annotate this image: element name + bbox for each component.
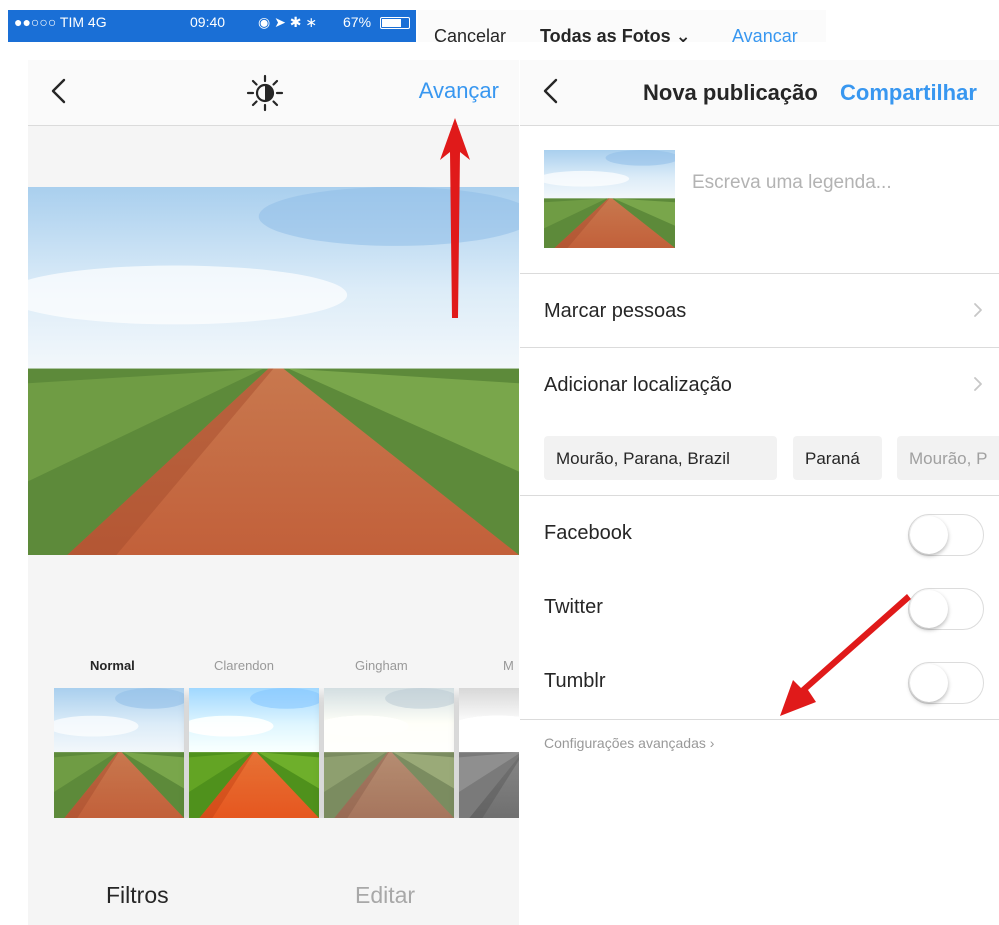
clock: 09:40 <box>190 14 226 30</box>
facebook-toggle[interactable] <box>908 514 984 556</box>
share-button[interactable]: Compartilhar <box>840 80 977 106</box>
filter-thumb-normal[interactable] <box>54 688 184 818</box>
page-title: Nova publicação <box>643 80 818 105</box>
share-tumblr-row: Tumblr <box>520 646 999 720</box>
tag-people-label: Marcar pessoas <box>544 300 687 322</box>
add-location-label: Adicionar localização <box>544 374 732 396</box>
filter-name-list: Normal Clarendon Gingham M <box>28 658 519 678</box>
tab-filters[interactable]: Filtros <box>106 882 169 909</box>
carrier-label: ●●○○○ TIM 4G <box>14 14 107 30</box>
location-suggestions: Mourão, Parana, Brazil Paraná Mourão, P <box>520 422 999 496</box>
facebook-label: Facebook <box>544 522 632 544</box>
filter-label[interactable]: Gingham <box>355 658 408 673</box>
location-chip[interactable]: Mourão, Parana, Brazil <box>544 436 777 480</box>
status-bar: ●●○○○ TIM 4G 09:40 ◉ ➤ ✱ ∗ 67% <box>8 10 416 42</box>
tab-edit[interactable]: Editar <box>355 882 415 909</box>
battery-percent: 67% <box>343 14 372 30</box>
battery-icon <box>380 17 410 29</box>
lux-button[interactable] <box>246 74 284 112</box>
new-post-header: Nova publicação Compartilhar <box>520 60 999 126</box>
filter-label[interactable]: M <box>503 658 514 673</box>
photo-preview <box>28 187 519 555</box>
chevron-left-icon <box>543 78 558 104</box>
twitter-toggle[interactable] <box>908 588 984 630</box>
back-button[interactable] <box>44 74 78 108</box>
tumblr-toggle[interactable] <box>908 662 984 704</box>
advanced-settings-label: Configurações avançadas <box>544 735 706 751</box>
tag-people-row[interactable]: Marcar pessoas <box>520 274 999 348</box>
album-selector[interactable]: Todas as Fotos ⌄ <box>540 26 691 42</box>
location-chip[interactable]: Paraná <box>793 436 882 480</box>
caption-input[interactable] <box>692 166 982 200</box>
advanced-settings-link[interactable]: Configurações avançadas › <box>544 735 714 751</box>
twitter-label: Twitter <box>544 596 603 618</box>
album-next-button[interactable]: Avançar <box>732 26 798 42</box>
chevron-right-icon <box>974 377 982 391</box>
filter-label[interactable]: Normal <box>90 658 135 673</box>
new-post-screen: Nova publicação Compartilhar Marcar pess… <box>520 60 999 925</box>
album-picker-header: Cancelar Todas as Fotos ⌄ Avançar <box>418 10 826 42</box>
chevron-left-icon <box>51 78 66 104</box>
brightness-icon <box>246 74 284 112</box>
filter-label[interactable]: Clarendon <box>214 658 274 673</box>
filter-header: Avançar <box>28 60 519 126</box>
add-location-row[interactable]: Adicionar localização <box>520 348 999 422</box>
post-thumbnail <box>544 150 675 248</box>
status-icons: ◉ ➤ ✱ ∗ <box>258 14 318 30</box>
filter-thumbnail-strip[interactable] <box>54 688 519 818</box>
cancel-button[interactable]: Cancelar <box>434 26 506 42</box>
chevron-right-icon <box>974 303 982 317</box>
filter-thumb-moon[interactable] <box>459 688 519 818</box>
share-twitter-row: Twitter <box>520 572 999 646</box>
tumblr-label: Tumblr <box>544 670 606 692</box>
filter-thumb-clarendon[interactable] <box>189 688 319 818</box>
caption-section <box>520 126 999 274</box>
share-facebook-row: Facebook <box>520 498 999 572</box>
filter-thumb-gingham[interactable] <box>324 688 454 818</box>
filter-screen: Avançar Normal Clarendon Gingham M Filtr… <box>28 60 519 925</box>
chevron-right-icon: › <box>709 735 715 751</box>
back-button[interactable] <box>536 74 570 108</box>
next-button[interactable]: Avançar <box>419 78 499 104</box>
location-chip[interactable]: Mourão, P <box>897 436 999 480</box>
